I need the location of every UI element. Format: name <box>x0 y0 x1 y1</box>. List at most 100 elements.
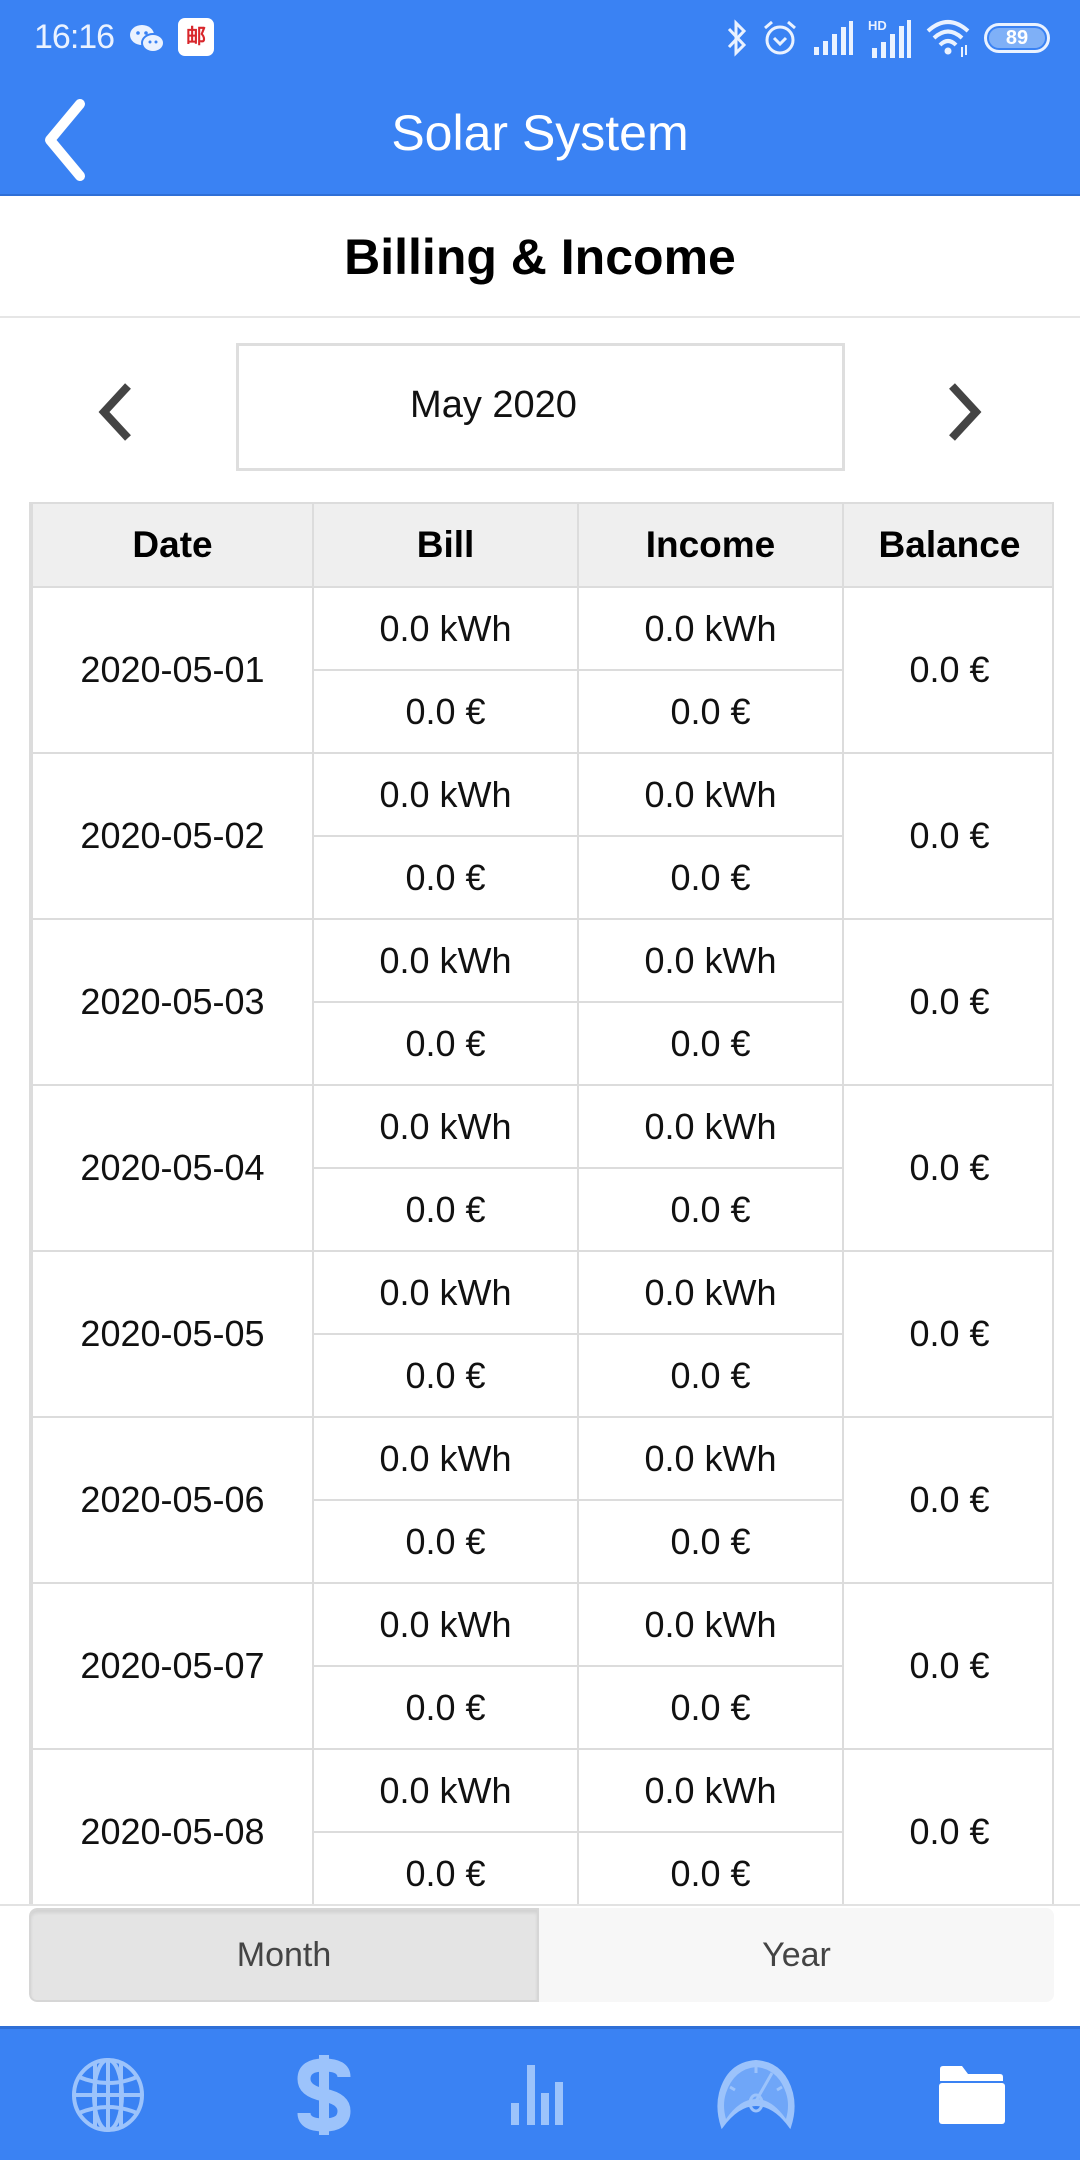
billing-table: Date Bill Income Balance 2020-05-01 0.0 k… <box>31 502 1052 1904</box>
column-header-balance: Balance <box>842 502 1052 588</box>
period-type-bar: Month Year <box>0 1904 1080 2026</box>
alarm-icon <box>764 20 796 55</box>
battery-icon: 89 <box>984 23 1050 53</box>
date-cell: 2020-05-08 <box>31 1748 314 1904</box>
bill-eur-cell: 0.0 € <box>312 1001 579 1086</box>
signal-icon <box>814 21 853 55</box>
date-cell: 2020-05-06 <box>31 1416 314 1584</box>
table-row: 2020-05-06 0.0 kWh 0.0 kWh 0.0 € <box>31 1416 1052 1584</box>
income-kwh-cell: 0.0 kWh <box>577 1250 844 1335</box>
table-body: 2020-05-01 0.0 kWh 0.0 kWh 0.0 €0.0 €0.0 €2… <box>31 586 1052 1904</box>
bottom-navigation <box>0 2026 1080 2160</box>
income-kwh-cell: 0.0 kWh <box>577 586 844 671</box>
bill-eur-cell: 0.0 € <box>312 1831 579 1904</box>
column-header-income: Income <box>577 502 844 588</box>
bluetooth-icon <box>727 19 747 57</box>
income-kwh-cell: 0.0 kWh <box>577 1748 844 1833</box>
bill-eur-cell: 0.0 € <box>312 1333 579 1418</box>
income-eur-cell: 0.0 € <box>577 835 844 920</box>
nav-item-statistics[interactable] <box>432 2029 648 2160</box>
billing-table-scroll[interactable]: Date Bill Income Balance 2020-05-01 0.0 k… <box>29 502 1054 1904</box>
income-eur-cell: 0.0 € <box>577 1333 844 1418</box>
income-kwh-cell: 0.0 kWh <box>577 1084 844 1169</box>
date-cell: 2020-05-02 <box>31 752 314 920</box>
bill-kwh-cell: 0.0 kWh <box>312 1748 579 1833</box>
nav-item-globe[interactable] <box>0 2029 216 2160</box>
bill-kwh-cell: 0.0 kWh <box>312 1582 579 1667</box>
globe-icon <box>72 2057 144 2132</box>
balance-cell: 0.0 € <box>842 1416 1052 1584</box>
month-tab[interactable]: Month <box>29 1908 539 2002</box>
column-header-date: Date <box>31 502 314 588</box>
date-cell: 2020-05-01 <box>31 586 314 754</box>
date-cell: 2020-05-07 <box>31 1582 314 1750</box>
previous-month-button[interactable] <box>88 372 148 452</box>
income-eur-cell: 0.0 € <box>577 1665 844 1750</box>
balance-cell: 0.0 € <box>842 1084 1052 1252</box>
bill-kwh-cell: 0.0 kWh <box>312 1416 579 1501</box>
dollar-icon <box>297 2054 351 2135</box>
status-time: 16:16 <box>34 18 115 56</box>
income-kwh-cell: 0.0 kWh <box>577 1582 844 1667</box>
date-cell: 2020-05-05 <box>31 1250 314 1418</box>
table-row: 2020-05-08 0.0 kWh 0.0 kWh 0.0 € <box>31 1748 1052 1904</box>
wifi-icon <box>926 20 970 57</box>
balance-cell: 0.0 € <box>842 1582 1052 1750</box>
bill-eur-cell: 0.0 € <box>312 1167 579 1252</box>
year-tab[interactable]: Year <box>539 1908 1054 2002</box>
column-header-bill: Bill <box>312 502 579 588</box>
folder-icon <box>939 2065 1005 2124</box>
income-eur-cell: 0.0 € <box>577 1499 844 1584</box>
income-eur-cell: 0.0 € <box>577 1831 844 1904</box>
table-row: 2020-05-02 0.0 kWh 0.0 kWh 0.0 € <box>31 752 1052 920</box>
bill-eur-cell: 0.0 € <box>312 669 579 754</box>
app-title: Solar System <box>391 105 689 161</box>
bar-chart-icon <box>511 2064 563 2125</box>
signal-hd-icon: HD <box>868 18 911 58</box>
table-row: 2020-05-05 0.0 kWh 0.0 kWh 0.0 € <box>31 1250 1052 1418</box>
table-row: 2020-05-03 0.0 kWh 0.0 kWh 0.0 € <box>31 918 1052 1086</box>
status-bar: 16:16 邮 HD 89 <box>0 0 1080 78</box>
balance-cell: 0.0 € <box>842 1250 1052 1418</box>
date-cell: 2020-05-03 <box>31 918 314 1086</box>
income-kwh-cell: 0.0 kWh <box>577 752 844 837</box>
bill-eur-cell: 0.0 € <box>312 1499 579 1584</box>
notification-app-icon: 邮 <box>178 18 214 56</box>
gauge-icon <box>717 2059 795 2129</box>
battery-level: 89 <box>989 28 1045 48</box>
bill-eur-cell: 0.0 € <box>312 835 579 920</box>
balance-cell: 0.0 € <box>842 918 1052 1086</box>
bill-kwh-cell: 0.0 kWh <box>312 586 579 671</box>
income-kwh-cell: 0.0 kWh <box>577 918 844 1003</box>
income-eur-cell: 0.0 € <box>577 669 844 754</box>
period-type-toggle: Month Year <box>29 1908 1054 2002</box>
nav-item-billing[interactable] <box>216 2029 432 2160</box>
page-title: Billing & Income <box>344 229 736 285</box>
table-row: 2020-05-01 0.0 kWh 0.0 kWh 0.0 € <box>31 586 1052 754</box>
status-icons: HD 89 <box>726 16 1050 60</box>
income-kwh-cell: 0.0 kWh <box>577 1416 844 1501</box>
page-title-bar: Billing & Income <box>0 196 1080 318</box>
date-cell: 2020-05-04 <box>31 1084 314 1252</box>
wechat-icon <box>130 25 165 53</box>
bill-kwh-cell: 0.0 kWh <box>312 1084 579 1169</box>
next-month-button[interactable] <box>932 372 992 452</box>
balance-cell: 0.0 € <box>842 1748 1052 1904</box>
balance-cell: 0.0 € <box>842 586 1052 754</box>
table-row: 2020-05-04 0.0 kWh 0.0 kWh 0.0 € <box>31 1084 1052 1252</box>
nav-item-dashboard[interactable] <box>648 2029 864 2160</box>
bill-kwh-cell: 0.0 kWh <box>312 918 579 1003</box>
bill-kwh-cell: 0.0 kWh <box>312 752 579 837</box>
app-header: Solar System <box>0 78 1080 196</box>
income-eur-cell: 0.0 € <box>577 1001 844 1086</box>
bill-eur-cell: 0.0 € <box>312 1665 579 1750</box>
period-label: May 2020 <box>410 384 577 426</box>
table-header-row: Date Bill Income Balance <box>31 502 1052 588</box>
nav-item-files[interactable] <box>864 2029 1080 2160</box>
table-row: 2020-05-07 0.0 kWh 0.0 kWh 0.0 € <box>31 1582 1052 1750</box>
balance-cell: 0.0 € <box>842 752 1052 920</box>
period-selector[interactable]: May 2020 <box>236 343 845 471</box>
svg-text:HD: HD <box>868 18 887 33</box>
bill-kwh-cell: 0.0 kWh <box>312 1250 579 1335</box>
income-eur-cell: 0.0 € <box>577 1167 844 1252</box>
